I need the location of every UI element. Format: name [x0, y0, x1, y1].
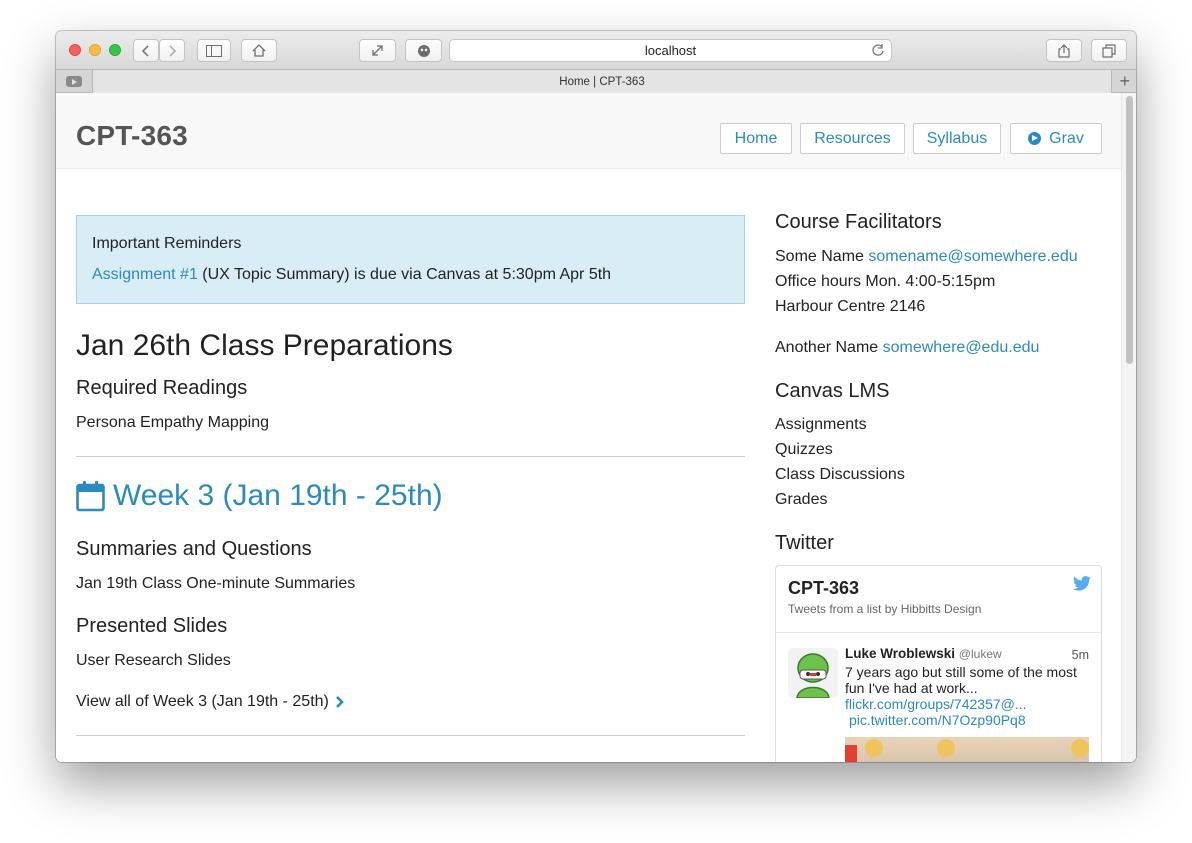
- canvas-quizzes-link[interactable]: Quizzes: [775, 441, 833, 459]
- canvas-heading: Canvas LMS: [775, 380, 890, 402]
- back-button[interactable]: [133, 39, 159, 62]
- twitter-bird-icon[interactable]: [1073, 576, 1091, 591]
- nav-grav-label: Grav: [1049, 129, 1084, 147]
- office-hours: Office hours Mon. 4:00-5:15pm: [775, 273, 996, 290]
- divider: [76, 735, 745, 736]
- address-text: localhost: [644, 43, 697, 58]
- page-viewport: CPT-363 Home Resources Syllabus Grav Imp…: [56, 93, 1136, 762]
- expand-icon: [372, 45, 383, 56]
- tweet-link-flickr[interactable]: flickr.com/groups/742357@...: [845, 696, 1027, 712]
- summaries-heading: Summaries and Questions: [76, 538, 312, 560]
- site-header: CPT-363 Home Resources Syllabus Grav: [56, 93, 1121, 169]
- nav-syllabus-label: Syllabus: [926, 129, 988, 147]
- view-all-week-link[interactable]: View all of Week 3 (Jan 19th - 25th): [76, 693, 346, 711]
- week-heading: Week 3 (Jan 19th - 25th): [113, 479, 443, 512]
- browser-toolbar: localhost: [56, 31, 1136, 70]
- avatar[interactable]: [788, 648, 838, 698]
- reminder-line: Assignment #1 (UX Topic Summary) is due …: [92, 266, 611, 284]
- arrow-circle-right-icon: [1028, 132, 1042, 145]
- chevron-right-icon: [169, 44, 177, 57]
- share-icon: [1058, 43, 1070, 58]
- nav-syllabus-button[interactable]: Syllabus: [913, 123, 1001, 154]
- facilitators-heading: Course Facilitators: [775, 211, 942, 233]
- forward-button[interactable]: [159, 39, 185, 62]
- canvas-assignments-link[interactable]: Assignments: [775, 416, 867, 434]
- sidebar-toggle-button[interactable]: [197, 39, 231, 62]
- tab-bar: Home | CPT-363 +: [56, 70, 1136, 93]
- extension-button[interactable]: [405, 39, 442, 62]
- site-brand[interactable]: CPT-363: [76, 120, 188, 152]
- divider: [776, 632, 1101, 633]
- close-window-button[interactable]: [69, 44, 81, 56]
- reminder-text: (UX Topic Summary) is due via Canvas at …: [197, 266, 612, 283]
- reload-icon[interactable]: [871, 43, 885, 60]
- nav-resources-label: Resources: [814, 129, 891, 147]
- nav-resources-button[interactable]: Resources: [800, 123, 905, 154]
- nav-grav-button[interactable]: Grav: [1010, 123, 1102, 154]
- twitter-list-title[interactable]: CPT-363: [788, 578, 859, 599]
- nav-home-button[interactable]: Home: [720, 123, 792, 154]
- browser-window: localhost Home | CPT-363 + CPT-363 Home …: [56, 31, 1136, 762]
- minimize-window-button[interactable]: [89, 44, 101, 56]
- tweet-handle: @lukew: [958, 647, 1002, 661]
- facilitator-1: Some Name somename@somewhere.edu: [775, 248, 1078, 266]
- scrollbar-thumb[interactable]: [1126, 96, 1133, 364]
- address-bar[interactable]: localhost: [449, 39, 892, 62]
- twitter-heading: Twitter: [775, 532, 834, 554]
- tweet-time[interactable]: 5m: [1072, 648, 1089, 662]
- prep-heading: Jan 26th Class Preparations: [76, 329, 453, 362]
- zoom-window-button[interactable]: [109, 44, 121, 56]
- facilitator-2: Another Name somewhere@edu.edu: [775, 339, 1039, 357]
- readings-heading: Required Readings: [76, 377, 248, 399]
- slides-link[interactable]: User Research Slides: [76, 652, 231, 670]
- facilitator-1-name: Some Name: [775, 248, 869, 265]
- twitter-list-subtitle: Tweets from a list by Hibbitts Design: [788, 602, 982, 616]
- pinned-tab-icon[interactable]: [66, 76, 82, 87]
- tweet-link-pic[interactable]: pic.twitter.com/N7Ozp90Pq8: [849, 712, 1026, 728]
- tweet-author-name: Luke Wroblewski: [845, 646, 956, 661]
- tabs-icon: [1102, 43, 1116, 58]
- canvas-discussions-link[interactable]: Class Discussions: [775, 466, 905, 484]
- vertical-scrollbar[interactable]: [1121, 93, 1136, 762]
- facilitator-2-email[interactable]: somewhere@edu.edu: [883, 339, 1040, 356]
- tweet-author[interactable]: Luke Wroblewski @lukew: [845, 646, 1002, 661]
- tweet-photo[interactable]: [845, 737, 1089, 762]
- office-room: Harbour Centre 2146: [775, 298, 926, 315]
- nav-home-label: Home: [734, 129, 778, 147]
- sidebar-icon: [206, 44, 222, 57]
- home-button[interactable]: [241, 39, 277, 62]
- home-icon: [252, 44, 266, 57]
- tweet-text: 7 years ago but still some of the most f…: [845, 664, 1077, 696]
- facilitator-1-email[interactable]: somename@somewhere.edu: [868, 248, 1077, 265]
- chevron-right-icon: [335, 696, 344, 708]
- slides-heading: Presented Slides: [76, 615, 228, 637]
- chevron-left-icon: [141, 44, 149, 57]
- share-button[interactable]: [1046, 39, 1082, 62]
- ghostery-icon: [417, 44, 430, 57]
- summaries-link[interactable]: Jan 19th Class One-minute Summaries: [76, 575, 355, 593]
- facilitator-2-name: Another Name: [775, 339, 883, 356]
- twitter-timeline: CPT-363 Tweets from a list by Hibbitts D…: [775, 565, 1102, 762]
- calendar-icon: [76, 481, 105, 512]
- fullscreen-button[interactable]: [359, 39, 396, 62]
- reminder-title: Important Reminders: [92, 235, 242, 252]
- reminder-alert: Important Reminders Assignment #1 (UX To…: [76, 215, 745, 304]
- divider: [76, 456, 745, 457]
- view-all-label: View all of Week 3 (Jan 19th - 25th): [76, 693, 329, 710]
- reading-link[interactable]: Persona Empathy Mapping: [76, 414, 269, 432]
- tab-title: Home | CPT-363: [559, 75, 645, 88]
- week-heading-link[interactable]: Week 3 (Jan 19th - 25th): [76, 479, 443, 513]
- canvas-grades-link[interactable]: Grades: [775, 491, 827, 509]
- tabs-overview-button[interactable]: [1091, 39, 1127, 62]
- tab-home[interactable]: Home | CPT-363: [92, 70, 1112, 93]
- new-tab-plus-icon[interactable]: +: [1119, 71, 1130, 91]
- assignment-link[interactable]: Assignment #1: [92, 266, 198, 283]
